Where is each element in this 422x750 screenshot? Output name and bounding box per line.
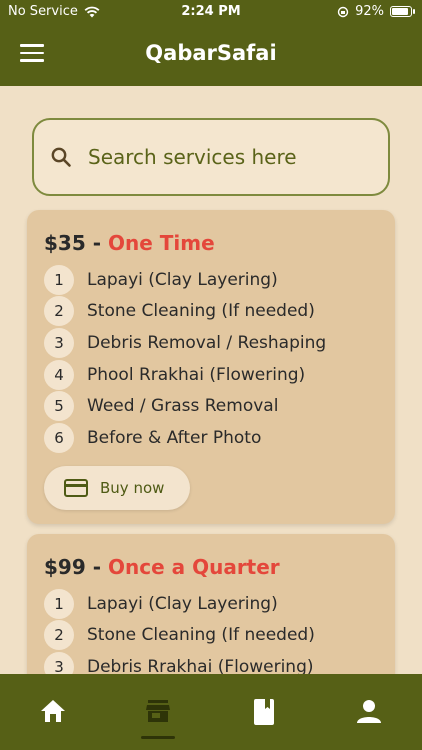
plan-name: One Time	[108, 231, 215, 255]
feature-number: 3	[44, 327, 74, 358]
search-box[interactable]	[32, 118, 390, 196]
person-icon	[357, 700, 382, 723]
book-icon	[253, 699, 274, 725]
feature-text: Weed / Grass Removal	[87, 396, 279, 417]
nav-profile[interactable]	[317, 674, 422, 750]
feature-item: 2 Stone Cleaning (If needed)	[44, 620, 377, 652]
app-bar: QabarSafai	[0, 24, 422, 86]
plan-price: $35	[44, 231, 86, 255]
feature-number: 5	[44, 391, 74, 422]
feature-item: 4 Phool Rrakhai (Flowering)	[44, 359, 377, 391]
nav-book[interactable]	[211, 674, 317, 750]
feature-text: Before & After Photo	[87, 427, 262, 448]
plan-name: Once a Quarter	[108, 555, 280, 579]
search-icon	[51, 147, 71, 167]
buy-now-label: Buy now	[100, 478, 165, 497]
home-icon	[40, 700, 65, 722]
feature-number: 6	[44, 422, 74, 453]
store-icon	[146, 700, 171, 722]
feature-number: 4	[44, 359, 74, 390]
nav-home[interactable]	[0, 674, 106, 750]
app-title: QabarSafai	[145, 41, 277, 65]
feature-text: Lapayi (Clay Layering)	[87, 269, 278, 290]
plan-header: $99 - Once a Quarter	[44, 554, 377, 580]
plan-separator: -	[92, 231, 102, 255]
feature-number: 2	[44, 620, 74, 651]
feature-text: Phool Rrakhai (Flowering)	[87, 364, 306, 385]
credit-card-icon	[64, 478, 88, 497]
search-input[interactable]	[86, 144, 370, 170]
feature-text: Lapayi (Clay Layering)	[87, 593, 278, 614]
feature-number: 1	[44, 264, 74, 295]
nav-selected-indicator	[141, 736, 175, 739]
feature-item: 3 Debris Removal / Reshaping	[44, 327, 377, 359]
status-bar: No Service 2:24 PM 92%	[0, 0, 422, 24]
feature-item: 1 Lapayi (Clay Layering)	[44, 264, 377, 296]
status-right: 92%	[337, 4, 415, 19]
feature-number: 2	[44, 296, 74, 327]
battery-percent: 92%	[355, 4, 384, 19]
plan-card-one-time: $35 - One Time 1 Lapayi (Clay Layering) 2…	[27, 210, 395, 524]
feature-item: 6 Before & After Photo	[44, 422, 377, 454]
bottom-nav	[0, 674, 422, 750]
battery-icon	[390, 6, 415, 17]
plan-header: $35 - One Time	[44, 230, 377, 256]
feature-number: 1	[44, 588, 74, 619]
buy-now-button[interactable]: Buy now	[44, 465, 190, 510]
orientation-lock-icon	[337, 6, 349, 17]
feature-text: Stone Cleaning (If needed)	[87, 301, 315, 322]
feature-item: 5 Weed / Grass Removal	[44, 390, 377, 422]
plan-price: $99	[44, 555, 86, 579]
feature-item: 2 Stone Cleaning (If needed)	[44, 296, 377, 328]
feature-text: Stone Cleaning (If needed)	[87, 625, 315, 646]
plan-separator: -	[92, 555, 102, 579]
feature-text: Debris Removal / Reshaping	[87, 332, 327, 353]
feature-item: 1 Lapayi (Clay Layering)	[44, 588, 377, 620]
